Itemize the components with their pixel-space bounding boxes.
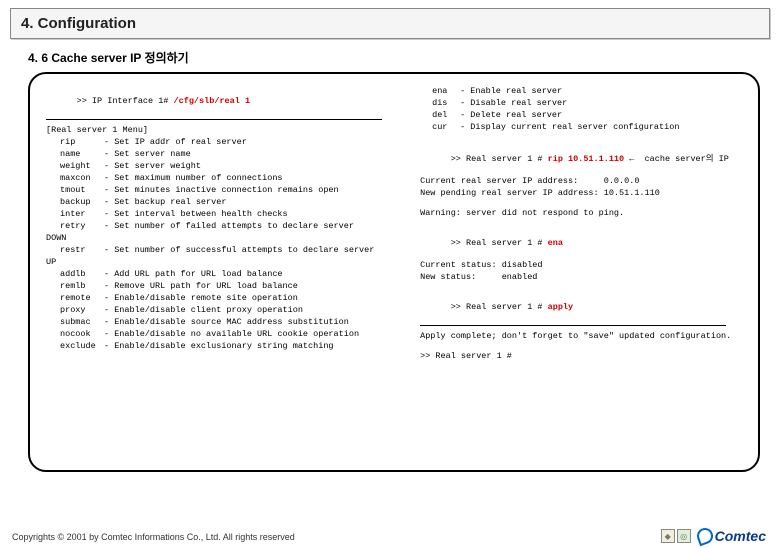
menu-desc: - Set maximum number of connections <box>104 173 400 183</box>
rmenu-row: del- Delete real server <box>420 110 742 120</box>
menu-down-list: restr- Set number of successful attempts… <box>46 245 400 255</box>
rmenu-row: cur- Display current real server configu… <box>420 122 742 132</box>
prompt-cmd: /cfg/slb/real 1 <box>174 96 251 106</box>
menu-key: del <box>420 110 460 120</box>
terminal-box: >> IP Interface 1# /cfg/slb/real 1 [Real… <box>28 72 760 472</box>
out-apply-msg: Apply complete; don't forget to "save" u… <box>420 331 742 341</box>
menu-desc: - Set backup real server <box>104 197 400 207</box>
menu-key: backup <box>46 197 104 207</box>
menu-key: submac <box>46 317 104 327</box>
menu-desc: - Enable/disable no available URL cookie… <box>104 329 400 339</box>
cert-icons: ◆ ◎ <box>661 529 691 543</box>
down-label: DOWN <box>46 233 400 243</box>
menu-up-row: nocook- Enable/disable no available URL … <box>46 329 400 339</box>
menu-key: cur <box>420 122 460 132</box>
copyright-footer: Copyrights © 2001 by Comtec Informations… <box>12 532 295 542</box>
menu-key: dis <box>420 98 460 108</box>
cmd-ena: >> Real server 1 # ena <box>420 228 742 258</box>
menu-desc: - Enable/disable exclusionary string mat… <box>104 341 400 351</box>
menu-key: rip <box>46 137 104 147</box>
divider <box>46 119 382 120</box>
cmd-rip: >> Real server 1 # rip 10.51.1.110 ← cac… <box>420 142 742 174</box>
right-menu-list: ena- Enable real serverdis- Disable real… <box>420 86 742 132</box>
swirl-icon <box>694 526 715 547</box>
out-warning: Warning: server did not respond to ping. <box>420 208 742 218</box>
prompt-final: >> Real server 1 # <box>420 351 742 361</box>
menu-key: addlb <box>46 269 104 279</box>
menu-key: name <box>46 149 104 159</box>
menu-list-row: tmout- Set minutes inactive connection r… <box>46 185 400 195</box>
menu-up-row: exclude- Enable/disable exclusionary str… <box>46 341 400 351</box>
logo-area: ◆ ◎ Comtec <box>661 528 766 544</box>
menu-desc: - Set server name <box>104 149 400 159</box>
page-title-bar: 4. Configuration <box>10 8 770 39</box>
page-title: 4. Configuration <box>21 15 136 32</box>
brand-text: Comtec <box>715 528 766 544</box>
menu-key: tmout <box>46 185 104 195</box>
menu-desc: - Set number of successful attempts to d… <box>104 245 400 255</box>
menu-up-row: remlb- Remove URL path for URL load bala… <box>46 281 400 291</box>
menu-key: restr <box>46 245 104 255</box>
prompt-prefix: >> IP Interface 1# <box>77 96 174 106</box>
prompt-line: >> IP Interface 1# /cfg/slb/real 1 <box>46 86 400 116</box>
menu-desc: - Set IP addr of real server <box>104 137 400 147</box>
menu-desc: - Enable real server <box>460 86 742 96</box>
menu-desc: - Set minutes inactive connection remain… <box>104 185 400 195</box>
right-column: ena- Enable real serverdis- Disable real… <box>410 86 742 458</box>
menu-up-row: proxy- Enable/disable client proxy opera… <box>46 305 400 315</box>
divider-right <box>420 325 726 326</box>
menu-up-row: remote- Enable/disable remote site opera… <box>46 293 400 303</box>
section-subtitle: 4. 6 Cache server IP 정의하기 <box>28 49 780 66</box>
menu-desc: - Disable real server <box>460 98 742 108</box>
menu-desc: - Display current real server configurat… <box>460 122 742 132</box>
menu-key: proxy <box>46 305 104 315</box>
menu-key: remlb <box>46 281 104 291</box>
menu-desc: - Enable/disable source MAC address subs… <box>104 317 400 327</box>
menu-desc: - Add URL path for URL load balance <box>104 269 400 279</box>
menu-up-row: submac- Enable/disable source MAC addres… <box>46 317 400 327</box>
menu-key: exclude <box>46 341 104 351</box>
up-label: UP <box>46 257 400 267</box>
menu-list-row: retry- Set number of failed attempts to … <box>46 221 400 231</box>
menu-down-row: restr- Set number of successful attempts… <box>46 245 400 255</box>
menu-list-row: inter- Set interval between health check… <box>46 209 400 219</box>
menu-list-row: backup- Set backup real server <box>46 197 400 207</box>
menu-up-list: addlb- Add URL path for URL load balance… <box>46 269 400 351</box>
menu-list-row: rip- Set IP addr of real server <box>46 137 400 147</box>
cert-icon-2: ◎ <box>677 529 691 543</box>
rmenu-row: dis- Disable real server <box>420 98 742 108</box>
cmd-apply: >> Real server 1 # apply <box>420 292 742 322</box>
menu-up-row: addlb- Add URL path for URL load balance <box>46 269 400 279</box>
menu-key: weight <box>46 161 104 171</box>
menu-key: maxcon <box>46 173 104 183</box>
menu-desc: - Enable/disable client proxy operation <box>104 305 400 315</box>
menu-desc: - Enable/disable remote site operation <box>104 293 400 303</box>
menu-key: inter <box>46 209 104 219</box>
left-column: >> IP Interface 1# /cfg/slb/real 1 [Real… <box>46 86 410 458</box>
menu-key: remote <box>46 293 104 303</box>
menu-list-row: weight- Set server weight <box>46 161 400 171</box>
menu-list-row: maxcon- Set maximum number of connection… <box>46 173 400 183</box>
menu-list-row: name- Set server name <box>46 149 400 159</box>
menu-desc: - Set interval between health checks <box>104 209 400 219</box>
out-pending-ip: New pending real server IP address: 10.5… <box>420 188 742 198</box>
menu-desc: - Remove URL path for URL load balance <box>104 281 400 291</box>
menu-key: nocook <box>46 329 104 339</box>
menu-desc: - Delete real server <box>460 110 742 120</box>
cert-icon-1: ◆ <box>661 529 675 543</box>
out-status-current: Current status: disabled <box>420 260 742 270</box>
menu-list: rip- Set IP addr of real servername- Set… <box>46 137 400 231</box>
out-status-new: New status: enabled <box>420 272 742 282</box>
menu-desc: - Set number of failed attempts to decla… <box>104 221 400 231</box>
menu-header: [Real server 1 Menu] <box>46 125 400 135</box>
rmenu-row: ena- Enable real server <box>420 86 742 96</box>
brand-logo: Comtec <box>697 528 766 544</box>
menu-desc: - Set server weight <box>104 161 400 171</box>
menu-key: ena <box>420 86 460 96</box>
menu-key: retry <box>46 221 104 231</box>
out-current-ip: Current real server IP address: 0.0.0.0 <box>420 176 742 186</box>
